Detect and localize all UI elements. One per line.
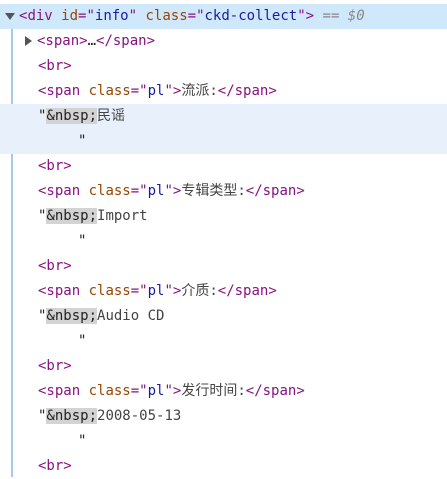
node-span-collapsed[interactable]: <span>…</span> (0, 29, 447, 54)
node-div-info[interactable]: <div id="info" class="ckd-collect"> == $… (0, 4, 447, 29)
attr-value: info (94, 8, 129, 24)
node-span-pl[interactable]: <span class="pl">流派:</span> (0, 79, 447, 104)
selected-marker: == $0 (322, 8, 365, 24)
node-text-end: " (78, 233, 87, 249)
field-value: Audio CD (97, 308, 165, 324)
field-label: 发行时间: (181, 383, 246, 399)
expand-triangle-down-icon[interactable] (5, 12, 15, 20)
node-span-pl[interactable]: <span class="pl">介质:</span> (0, 279, 447, 304)
nbsp-entity: &nbsp; (46, 308, 98, 324)
node-span-pl[interactable]: <span class="pl">发行时间:</span> (0, 379, 447, 404)
nbsp-entity: &nbsp; (46, 408, 98, 424)
nbsp-entity: &nbsp; (46, 208, 98, 224)
node-text-end: " (78, 433, 87, 449)
node-text-end: " (78, 333, 87, 349)
field-value: 2008-05-13 (97, 408, 182, 424)
field-label: 专辑类型: (181, 183, 246, 199)
node-br[interactable]: <br> (0, 154, 447, 179)
node-br[interactable]: <br> (0, 254, 447, 279)
attr-name: id (61, 8, 79, 24)
field-value: Import (97, 208, 148, 224)
node-span-pl[interactable]: <span class="pl">专辑类型:</span> (0, 179, 447, 204)
field-label: 介质: (181, 283, 218, 299)
node-text-end: " (0, 129, 447, 154)
field-label: 流派: (181, 83, 218, 99)
node-text[interactable]: "&nbsp;2008-05-13 (0, 404, 447, 429)
node-text[interactable]: "&nbsp;Audio CD (0, 304, 447, 329)
node-br[interactable]: <br> (0, 454, 447, 479)
attr-value: ckd-collect (204, 8, 298, 24)
node-text[interactable]: "&nbsp;民谣 (0, 104, 447, 129)
attr-name: class (145, 8, 188, 24)
nbsp-entity: &nbsp; (46, 108, 98, 124)
node-text[interactable]: "&nbsp;Import (0, 204, 447, 229)
field-value: 民谣 (97, 108, 126, 124)
tag-name: div (27, 8, 53, 24)
node-br[interactable]: <br> (0, 354, 447, 379)
expand-triangle-right-icon[interactable] (25, 36, 32, 46)
elements-tree: <div id="info" class="ckd-collect"> == $… (0, 4, 447, 479)
node-br[interactable]: <br> (0, 54, 447, 79)
